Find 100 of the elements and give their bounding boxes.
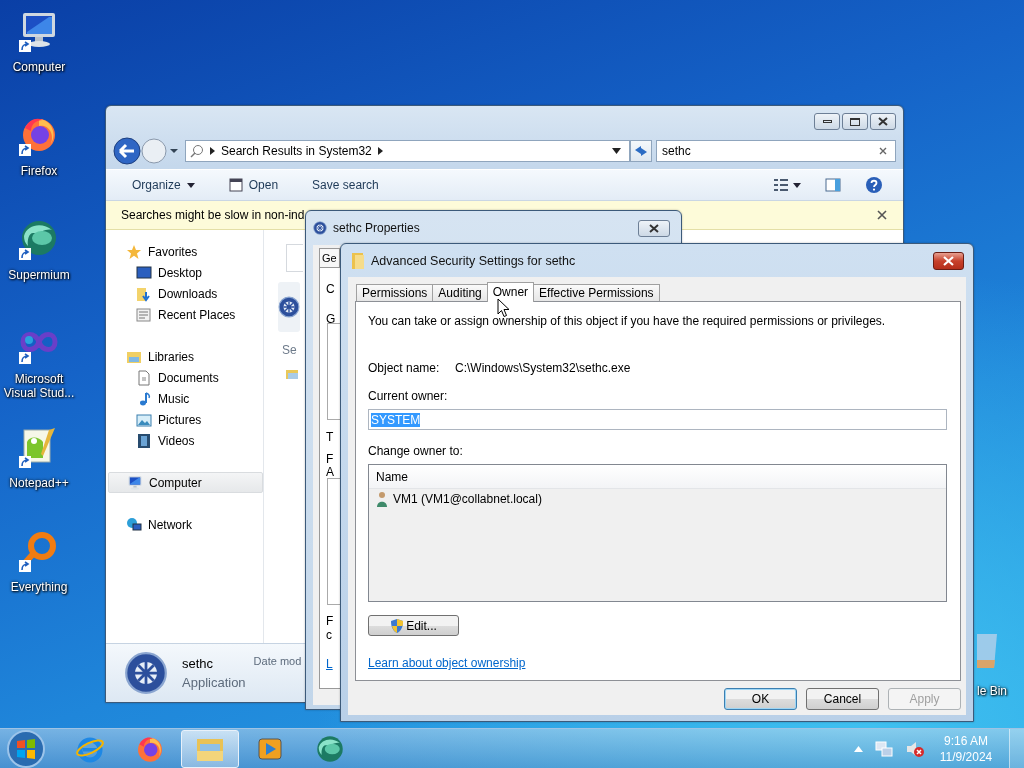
address-text: Search Results in System32: [221, 144, 372, 158]
close-button[interactable]: [870, 113, 896, 130]
column-header[interactable]: Name: [369, 465, 946, 489]
user-icon: [376, 491, 388, 507]
nav-item[interactable]: Desktop: [108, 262, 263, 283]
document-icon: [136, 369, 152, 386]
label-fragment: C: [326, 282, 335, 296]
label-fragment: G: [326, 312, 336, 326]
date-label: Date mod: [253, 655, 302, 667]
tab[interactable]: Auditing: [432, 284, 488, 301]
nav-item[interactable]: Music: [108, 388, 263, 409]
intro-text: You can take or assign ownership of this object if you have the required permissions or privileges.: [368, 314, 886, 328]
nav-item[interactable]: Pictures: [108, 409, 263, 430]
search-icon: [190, 144, 204, 158]
label-fragment: A: [326, 465, 334, 479]
nav-item[interactable]: Network: [108, 514, 263, 535]
file-name: sethc: [182, 656, 215, 671]
object-name-label: Object name:: [368, 361, 441, 375]
film-icon: [136, 432, 152, 449]
dialog-button[interactable]: Cancel: [806, 688, 879, 710]
label-fragment: c: [326, 628, 332, 642]
window-title: Advanced Security Settings for sethc: [371, 253, 576, 268]
close-button[interactable]: [933, 251, 964, 270]
folder-download-icon: [136, 285, 152, 302]
tab[interactable]: Effective Permissions: [533, 284, 660, 301]
supermium-icon: [19, 218, 59, 258]
media-player-icon: [257, 736, 283, 762]
desktop-icon-label[interactable]: Notepad++: [2, 476, 76, 490]
label-fragment: T: [326, 430, 334, 444]
minimize-button[interactable]: [814, 113, 840, 130]
nav-item[interactable]: Documents: [108, 367, 263, 388]
toolbar-button[interactable]: Save search: [304, 175, 387, 195]
chevron-right-icon[interactable]: [210, 147, 215, 155]
file-type: Application: [182, 675, 246, 690]
desktop-icon-label[interactable]: Computer: [2, 60, 76, 74]
shortcut-arrow-icon: [19, 352, 31, 364]
shortcut-arrow-icon: [19, 40, 31, 52]
dropdown-icon[interactable]: [793, 182, 801, 188]
object-name-value: C:\Windows\System32\sethc.exe: [455, 361, 631, 375]
tab[interactable]: Ge: [319, 248, 340, 267]
desktop-icon-label[interactable]: Supermium: [2, 268, 76, 282]
network-icon: [126, 516, 142, 533]
picture-icon: [136, 411, 152, 428]
close-icon: [943, 255, 954, 266]
recent-places-icon: [136, 306, 152, 323]
toolbar-button[interactable]: Organize: [124, 175, 203, 195]
back-forward-icon[interactable]: [113, 137, 179, 165]
learn-more-link[interactable]: Learn about object ownership: [368, 656, 526, 670]
view-list-icon[interactable]: [773, 178, 789, 192]
shortcut-arrow-icon: [19, 144, 31, 156]
shortcut-arrow-icon: [19, 456, 31, 468]
desktop-icon: [136, 264, 152, 281]
edit-button[interactable]: Edit...: [368, 615, 459, 636]
shortcut-arrow-icon: [19, 248, 31, 260]
info-message: Searches might be slow in non-ind: [121, 208, 305, 222]
toolbar-button[interactable]: Open: [220, 175, 287, 195]
computer-icon: [127, 474, 143, 491]
window-title: sethc Properties: [333, 221, 420, 235]
chevron-right-icon[interactable]: [377, 147, 383, 155]
shield-icon: [390, 617, 405, 634]
nav-item[interactable]: Videos: [108, 430, 263, 451]
nav-item[interactable]: Recent Places: [108, 304, 263, 325]
refresh-button[interactable]: [630, 140, 652, 162]
clear-icon[interactable]: [879, 147, 887, 155]
desktop-icon-label[interactable]: Everything: [2, 580, 76, 594]
close-button[interactable]: [638, 219, 670, 237]
dropdown-icon[interactable]: [612, 148, 621, 154]
desktop-icon-label[interactable]: Firefox: [2, 164, 76, 178]
volume-icon[interactable]: [905, 740, 925, 758]
search-field[interactable]: sethc: [656, 140, 896, 162]
help-icon[interactable]: [865, 176, 883, 194]
nav-item[interactable]: Downloads: [108, 283, 263, 304]
preview-pane-icon[interactable]: [825, 178, 841, 192]
close-icon: [649, 223, 659, 233]
start-button[interactable]: [6, 729, 46, 768]
supermium-icon: [315, 734, 345, 764]
section-label: Se: [282, 343, 297, 357]
current-owner-label: Current owner:: [368, 389, 448, 403]
maximize-button[interactable]: [842, 113, 868, 130]
file-tile[interactable]: [278, 282, 300, 332]
tab[interactable]: Permissions: [356, 284, 434, 301]
dropdown-icon: [186, 182, 195, 188]
folder-icon: [351, 251, 365, 270]
owner-row[interactable]: VM1 (VM1@collabnet.local): [369, 489, 946, 509]
dialog-button[interactable]: OK: [724, 688, 797, 710]
star-icon: [126, 243, 142, 260]
label-fragment: F: [326, 614, 334, 628]
refresh-arrows-icon: [633, 144, 649, 158]
nav-item[interactable]: Libraries: [108, 346, 263, 367]
nav-item[interactable]: Computer: [108, 472, 263, 493]
desktop-icon-label[interactable]: Microsoft Visual Stud...: [2, 372, 76, 400]
link-fragment[interactable]: L: [326, 657, 333, 671]
close-icon: [878, 117, 888, 126]
change-owner-label: Change owner to:: [368, 444, 463, 458]
nav-item[interactable]: Favorites: [108, 241, 263, 262]
shortcut-arrow-icon: [19, 560, 31, 572]
tab[interactable]: Owner: [486, 282, 535, 302]
close-icon[interactable]: [877, 210, 887, 220]
label-fragment: F: [326, 452, 334, 466]
address-bar[interactable]: Search Results in System32: [185, 140, 630, 162]
